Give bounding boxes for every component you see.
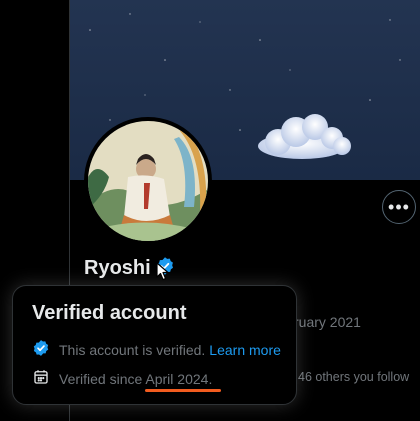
profile-avatar[interactable] [84, 117, 212, 245]
verified-text: This account is verified. [59, 341, 206, 358]
calendar-icon [32, 368, 50, 389]
verified-since-date: April 2024 [145, 370, 209, 387]
verified-row: This account is verified. Learn more [32, 339, 281, 360]
verified-since-period: . [208, 370, 213, 387]
more-icon: ••• [388, 196, 410, 217]
verified-since-label: Verified since [59, 370, 146, 387]
verified-badge-icon [32, 339, 50, 360]
more-options-button[interactable]: ••• [382, 190, 416, 224]
cursor-icon [156, 262, 170, 287]
verified-since-row: Verified since April 2024. [32, 368, 212, 389]
learn-more-link[interactable]: Learn more [209, 342, 281, 358]
display-name: Ryoshi [84, 257, 151, 279]
followers-you-know-text[interactable]: 46 others you follow [298, 370, 409, 384]
avatar-image [85, 118, 211, 244]
date-highlight-underline [145, 389, 221, 392]
joined-date-text: ruary 2021 [294, 314, 361, 330]
popover-title: Verified account [32, 302, 187, 324]
verified-account-popover: Verified account This account is verifie… [12, 285, 297, 405]
